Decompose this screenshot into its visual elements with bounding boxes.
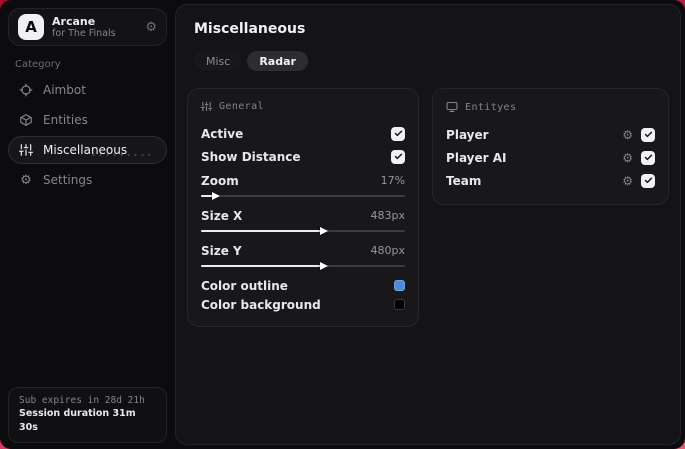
zoom-slider-thumb[interactable] [212,192,221,200]
tab-misc[interactable]: Misc [194,51,243,71]
sub-expiry-text: Sub expires in 28d 21h [19,394,145,406]
sidebar-item-miscellaneous[interactable]: Miscellaneous [8,136,167,164]
gear-icon[interactable]: ⚙ [145,21,157,34]
category-label: Category [15,59,61,70]
color-outline-swatch[interactable] [394,280,406,291]
sidebar: A Arcane for The Finals ⚙ Category Aimbo… [0,0,175,449]
size-x-slider-thumb[interactable] [320,227,329,235]
gear-icon: ⚙ [20,172,32,188]
entity-label: Player AI [446,150,507,165]
sidebar-item-aimbot[interactable]: Aimbot [8,76,167,104]
setting-row-size-x: Size X 483px [201,206,406,235]
entity-label: Player [446,127,489,142]
monitor-icon [446,101,458,113]
brand-card: A Arcane for The Finals ⚙ [8,8,167,46]
sidebar-item-label: Settings [43,173,93,187]
brand-subtitle: for The Finals [52,27,116,39]
color-background-swatch[interactable] [394,299,406,310]
setting-label: Zoom [201,173,239,188]
session-duration-text: Session duration 31m 30s [19,408,136,434]
app-window: A Arcane for The Finals ⚙ Category Aimbo… [0,0,685,449]
size-y-slider[interactable] [201,262,406,270]
sliders-icon [19,143,33,157]
show-distance-checkbox[interactable] [391,149,406,164]
sidebar-nav: Aimbot Entities Miscellaneous ⚙ Settings [0,76,175,194]
size-y-slider-fill [201,262,329,270]
entity-row-player: Player ⚙ [446,123,655,146]
player-checkbox[interactable] [641,127,655,142]
general-panel: General Active Show Distance Zoom 17% Si… [187,88,420,327]
setting-row-color-background: Color background [201,295,406,314]
setting-label: Active [201,126,244,141]
general-panel-title: General [219,101,264,112]
setting-label: Color background [201,297,321,312]
panels-row: General Active Show Distance Zoom 17% Si… [187,88,669,327]
entity-row-player-ai: Player AI ⚙ [446,146,655,169]
setting-label: Color outline [201,278,288,293]
sliders-icon [201,101,212,112]
subscription-card: Sub expires in 28d 21h Session duration … [8,386,167,443]
setting-label: Size Y [201,243,242,258]
setting-label: Show Distance [201,149,301,164]
sidebar-item-label: Entities [43,113,88,127]
team-checkbox[interactable] [641,173,655,188]
zoom-slider[interactable] [201,192,406,200]
size-x-slider[interactable] [201,227,406,235]
setting-row-color-outline: Color outline [201,276,406,295]
entities-panel: Entityes Player ⚙ Player AI ⚙ Team ⚙ [432,88,669,205]
setting-row-size-y: Size Y 480px [201,241,406,270]
zoom-slider-fill [201,192,221,200]
sidebar-item-entities[interactable]: Entities [8,106,167,134]
player-ai-checkbox[interactable] [641,150,655,165]
sidebar-item-label: Miscellaneous [43,143,128,157]
brand-text: Arcane for The Finals [52,15,116,40]
main-panel: Miscellaneous Misc Radar General Active [175,4,681,445]
setting-row-show-distance: Show Distance [201,145,406,168]
setting-row-active: Active [201,122,406,145]
general-panel-header: General [201,101,405,112]
gear-icon[interactable]: ⚙ [622,152,633,164]
gear-icon[interactable]: ⚙ [622,129,633,141]
setting-label: Size X [201,208,243,223]
size-y-value: 480px [370,244,406,257]
active-checkbox[interactable] [391,126,406,141]
gear-icon[interactable]: ⚙ [622,175,633,187]
size-y-slider-thumb[interactable] [320,262,329,270]
size-x-slider-fill [201,227,329,235]
sidebar-item-label: Aimbot [43,83,86,97]
tab-bar: Misc Radar [194,51,662,71]
crosshair-icon [19,83,33,97]
setting-row-zoom: Zoom 17% [201,171,406,200]
entity-row-team: Team ⚙ [446,169,655,192]
entities-panel-title: Entityes [465,101,517,113]
entities-panel-header: Entityes [446,101,655,113]
entity-label: Team [446,173,482,188]
sidebar-item-settings[interactable]: ⚙ Settings [8,166,167,194]
tab-radar[interactable]: Radar [247,51,308,71]
zoom-value: 17% [380,174,406,187]
brand-initial: A [25,18,37,36]
size-x-value: 483px [370,209,406,222]
brand-title: Arcane [52,14,96,28]
brand-logo: A [18,14,44,40]
page-title: Miscellaneous [194,21,306,37]
cube-icon [19,113,33,127]
